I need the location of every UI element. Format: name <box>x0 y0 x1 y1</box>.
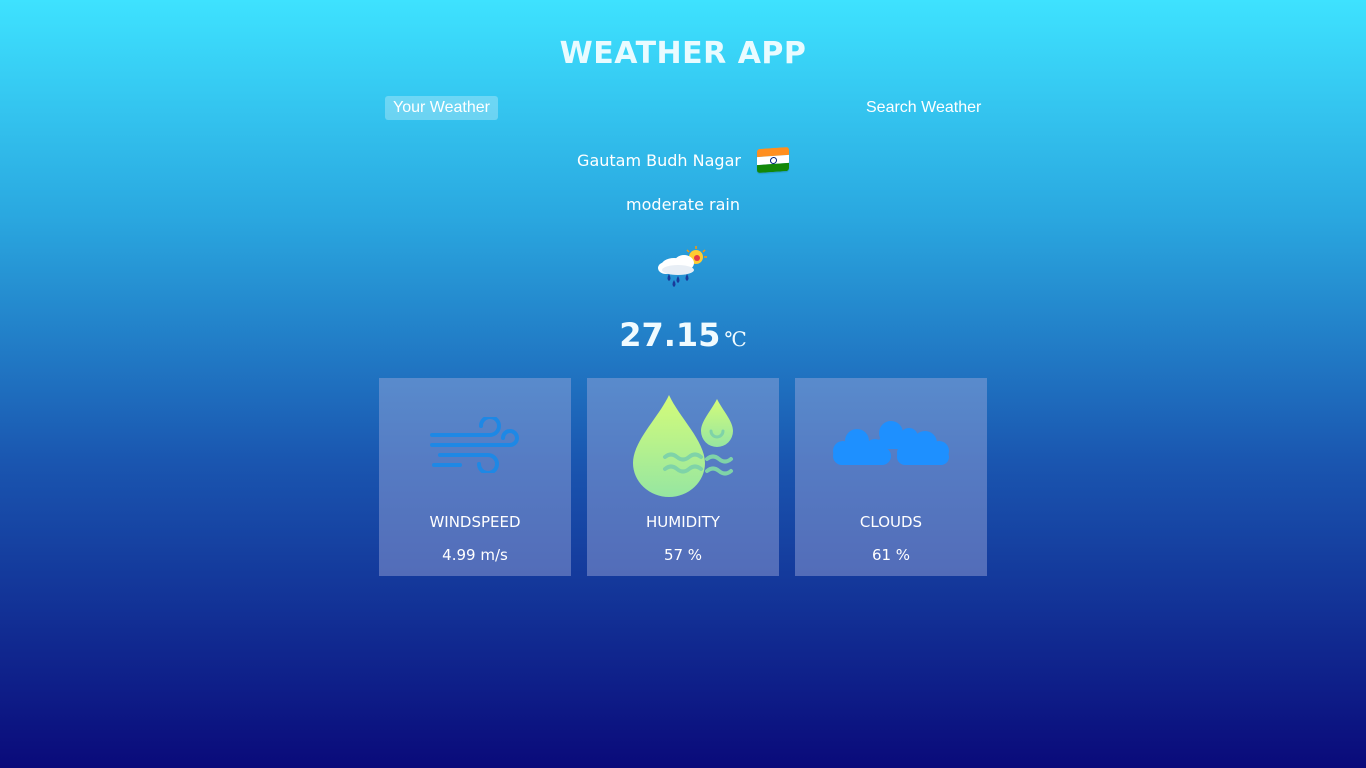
clouds-label: CLOUDS <box>859 513 923 531</box>
windspeed-label: WINDSPEED <box>429 513 521 531</box>
temperature-row: 27.15 ℃ <box>0 316 1366 354</box>
rain-cloud-sun-icon <box>658 246 707 287</box>
windspeed-card: WINDSPEED 4.99 m/s <box>379 378 571 576</box>
location-row: Gautam Budh Nagar <box>0 146 1366 174</box>
clouds-card: CLOUDS 61 % <box>795 378 987 576</box>
clouds-icon <box>833 421 949 465</box>
humidity-value: 57 % <box>663 546 703 564</box>
temperature-value: 27.15 <box>619 316 721 354</box>
wind-icon <box>430 417 519 473</box>
stats-cards: WINDSPEED 4.99 m/s HUMIDITY 57 % CLOUDS … <box>379 378 987 576</box>
india-flag-icon <box>756 146 789 174</box>
tab-search-weather[interactable]: Search Weather <box>858 96 989 120</box>
humidity-card: HUMIDITY 57 % <box>587 378 779 576</box>
humidity-label: HUMIDITY <box>646 513 720 531</box>
tab-your-weather[interactable]: Your Weather <box>385 96 498 120</box>
humidity-drops-icon <box>633 395 733 497</box>
app-title: WEATHER APP <box>559 36 807 71</box>
clouds-value: 61 % <box>871 546 911 564</box>
city-name: Gautam Budh Nagar <box>577 150 741 170</box>
temperature-unit: ℃ <box>724 327 747 351</box>
weather-description: moderate rain <box>626 195 740 214</box>
windspeed-value: 4.99 m/s <box>442 546 508 564</box>
